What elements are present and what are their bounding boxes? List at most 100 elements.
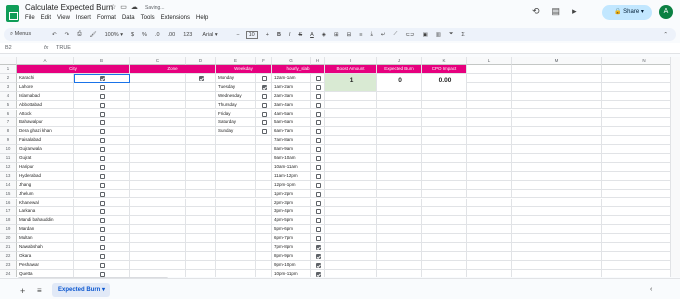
grid-cell[interactable] bbox=[467, 162, 512, 172]
grid-cell[interactable] bbox=[186, 207, 216, 217]
grid-cell[interactable] bbox=[325, 91, 377, 101]
grid-cell[interactable] bbox=[186, 260, 216, 270]
grid-cell[interactable] bbox=[216, 162, 256, 172]
weekday-checkbox[interactable] bbox=[261, 93, 267, 99]
grid-cell[interactable] bbox=[602, 243, 670, 252]
column-header-f[interactable]: F bbox=[256, 57, 272, 65]
row-header[interactable]: 21 bbox=[0, 243, 17, 252]
grid-cell[interactable] bbox=[216, 180, 256, 190]
grid-cell[interactable] bbox=[467, 65, 512, 74]
grid-cell[interactable] bbox=[186, 100, 216, 110]
grid-cell[interactable] bbox=[216, 136, 256, 146]
history-icon[interactable]: ⟲ bbox=[532, 6, 540, 17]
grid-cell[interactable] bbox=[467, 145, 512, 154]
grid-cell[interactable] bbox=[130, 82, 186, 92]
column-header-d[interactable]: D bbox=[186, 57, 216, 65]
grid-cell[interactable] bbox=[602, 181, 670, 190]
zoom-select[interactable]: 100% ▾ bbox=[105, 32, 123, 38]
column-header-k[interactable]: K bbox=[422, 57, 467, 65]
city-checkbox[interactable] bbox=[99, 164, 105, 170]
grid-cell[interactable] bbox=[325, 189, 377, 199]
add-sheet-icon[interactable]: + bbox=[20, 286, 25, 296]
column-header-a[interactable]: A bbox=[17, 57, 74, 65]
grid-cell[interactable] bbox=[325, 216, 377, 226]
menu-item-edit[interactable]: Edit bbox=[41, 15, 51, 21]
align-vertical-icon[interactable]: ⤓ bbox=[370, 31, 372, 38]
grid-cell[interactable] bbox=[377, 180, 422, 190]
column-header-e[interactable]: E bbox=[216, 57, 256, 65]
grid-cell[interactable] bbox=[130, 91, 186, 101]
grid-cell[interactable] bbox=[216, 198, 256, 208]
row-header[interactable]: 20 bbox=[0, 234, 17, 243]
row-header[interactable]: 16 bbox=[0, 198, 17, 208]
grid-cell[interactable] bbox=[256, 243, 272, 252]
grid-cell[interactable] bbox=[186, 198, 216, 208]
grid-cell[interactable] bbox=[130, 251, 186, 261]
grid-cell[interactable] bbox=[256, 189, 272, 199]
menu-item-data[interactable]: Data bbox=[122, 15, 135, 21]
grid-cell[interactable] bbox=[422, 100, 467, 110]
grid-cell[interactable] bbox=[422, 91, 467, 101]
row-header[interactable]: 14 bbox=[0, 180, 17, 190]
grid-cell[interactable] bbox=[512, 127, 602, 137]
grid-cell[interactable] bbox=[377, 234, 422, 243]
grid-cell[interactable] bbox=[130, 136, 186, 146]
grid-cell[interactable] bbox=[130, 180, 186, 190]
grid-cell[interactable] bbox=[512, 136, 602, 146]
grid-cell[interactable] bbox=[325, 171, 377, 181]
grid-cell[interactable] bbox=[130, 162, 186, 172]
select-all-corner[interactable] bbox=[0, 57, 17, 65]
menu-item-view[interactable]: View bbox=[57, 15, 70, 21]
link-icon[interactable]: ⊂⊃ bbox=[405, 32, 414, 38]
weekday-checkbox[interactable] bbox=[261, 120, 267, 126]
grid-cell[interactable] bbox=[186, 82, 216, 92]
star-icon[interactable]: ☆ bbox=[110, 4, 120, 11]
font-decrease-icon[interactable]: − bbox=[236, 32, 239, 38]
grid-cell[interactable] bbox=[377, 145, 422, 154]
grid-cell[interactable] bbox=[130, 109, 186, 119]
grid-cell[interactable] bbox=[325, 269, 377, 277]
grid-cell[interactable] bbox=[467, 243, 512, 252]
explore-icon[interactable]: ‹ bbox=[650, 286, 652, 293]
grid-cell[interactable] bbox=[256, 180, 272, 190]
grid-cell[interactable] bbox=[216, 216, 256, 226]
row-header[interactable]: 24 bbox=[0, 269, 17, 277]
grid-cell[interactable] bbox=[512, 154, 602, 163]
grid-cell[interactable] bbox=[467, 109, 512, 119]
grid-cell[interactable] bbox=[422, 154, 467, 163]
borders-icon[interactable]: ⊞ bbox=[334, 32, 339, 38]
hourly-slab-checkbox[interactable] bbox=[315, 93, 321, 99]
text-color-icon[interactable]: A bbox=[310, 32, 314, 38]
grid-cell[interactable] bbox=[216, 260, 256, 270]
hourly-slab-checkbox[interactable] bbox=[315, 147, 321, 153]
grid-cell[interactable] bbox=[422, 162, 467, 172]
hourly-slab-checkbox[interactable] bbox=[315, 156, 321, 161]
grid-cell[interactable] bbox=[602, 110, 670, 119]
grid-cell[interactable] bbox=[422, 127, 467, 137]
grid-cell[interactable] bbox=[256, 198, 272, 208]
row-header[interactable]: 19 bbox=[0, 225, 17, 235]
grid-cell[interactable] bbox=[422, 118, 467, 128]
grid-cell[interactable] bbox=[130, 225, 186, 235]
grid-cell[interactable] bbox=[130, 73, 186, 83]
grid-cell[interactable] bbox=[602, 207, 670, 217]
grid-cell[interactable] bbox=[130, 269, 186, 277]
grid-cell[interactable] bbox=[130, 127, 186, 137]
grid-cell[interactable] bbox=[602, 101, 670, 110]
text-rotation-icon[interactable]: ⟋ bbox=[394, 31, 398, 38]
grid-cell[interactable] bbox=[325, 136, 377, 146]
grid-cell[interactable] bbox=[216, 207, 256, 217]
grid-cell[interactable] bbox=[377, 189, 422, 199]
grid-cell[interactable] bbox=[512, 234, 602, 243]
grid-cell[interactable] bbox=[512, 100, 602, 110]
merge-cells-icon[interactable]: ⊟ bbox=[347, 32, 352, 38]
fill-color-icon[interactable]: ◈ bbox=[322, 32, 326, 38]
grid-cell[interactable] bbox=[602, 261, 670, 270]
grid-cell[interactable] bbox=[422, 216, 467, 226]
number-format-button[interactable]: 123 bbox=[183, 32, 192, 38]
grid-cell[interactable] bbox=[186, 189, 216, 199]
grid-cell[interactable] bbox=[422, 171, 467, 181]
grid-cell[interactable] bbox=[422, 145, 467, 154]
grid-cell[interactable] bbox=[467, 73, 512, 83]
grid-cell[interactable] bbox=[186, 162, 216, 172]
